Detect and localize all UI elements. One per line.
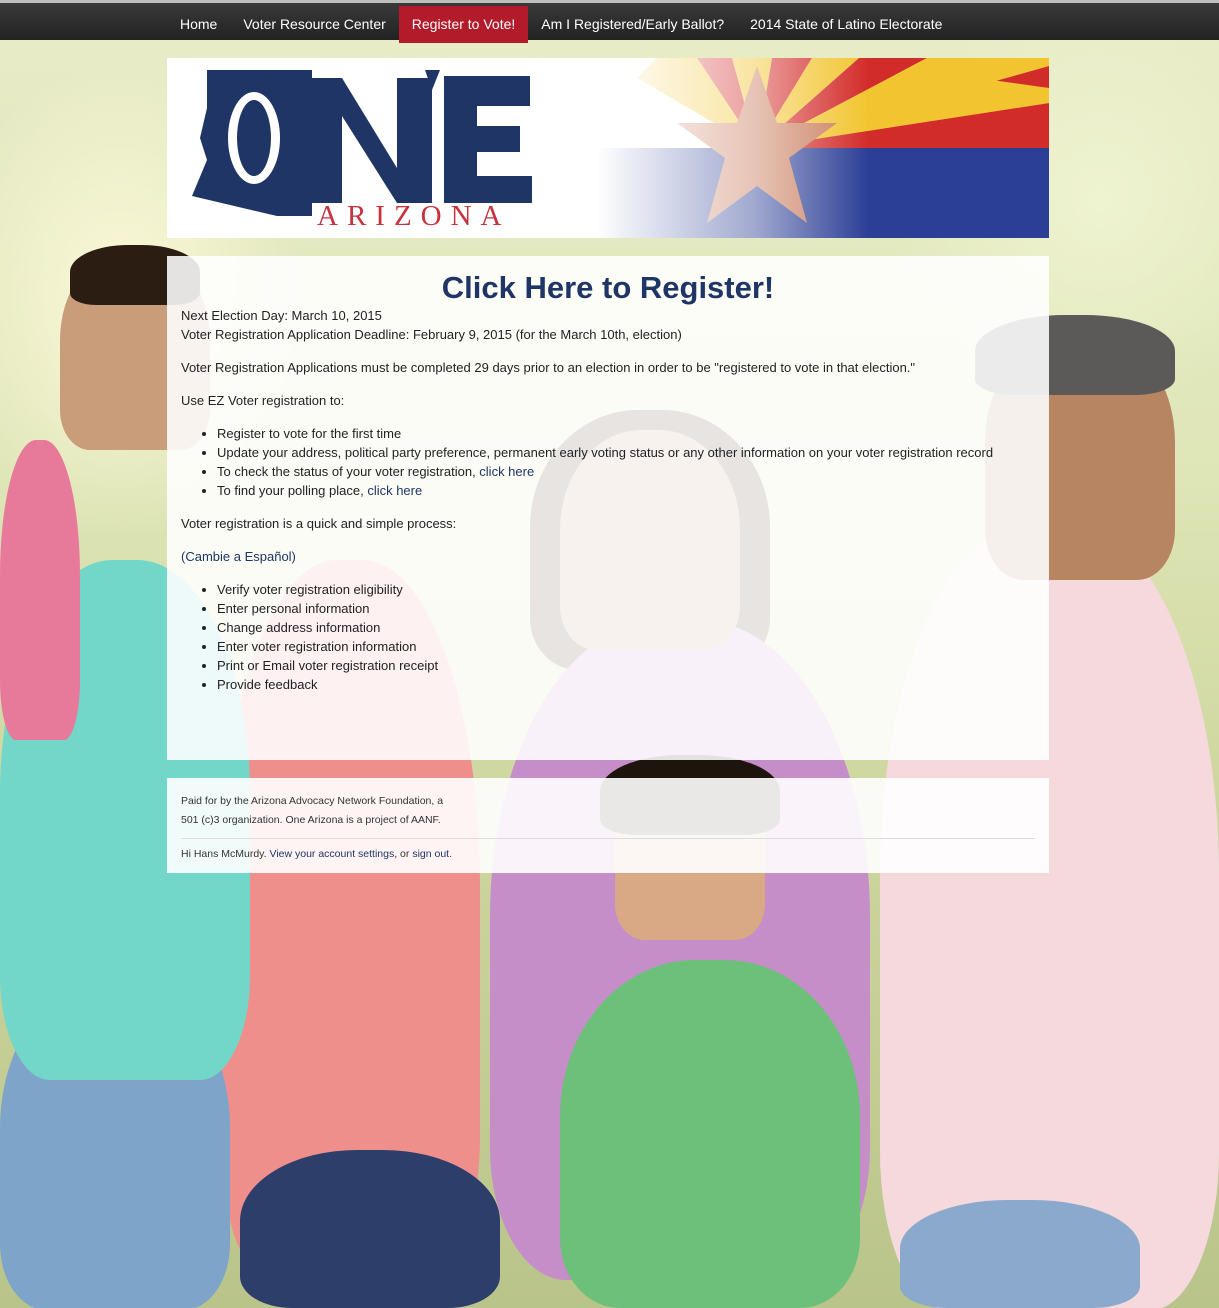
- process-list: Verify voter registration eligibility En…: [181, 580, 1035, 694]
- paid-for-line-1: Paid for by the Arizona Advocacy Network…: [181, 795, 444, 807]
- requirement-text: Voter Registration Applications must be …: [181, 360, 916, 375]
- header-banner[interactable]: ARIZONA: [167, 58, 1049, 238]
- check-status-link[interactable]: click here: [479, 464, 534, 479]
- account-settings-link[interactable]: View your account settings: [270, 848, 395, 860]
- paid-for-line-2: 501 (c)3 organization. One Arizona is a …: [181, 814, 441, 826]
- next-election-text: Next Election Day: March 10, 2015: [181, 308, 382, 323]
- list-item: Change address information: [217, 618, 1035, 637]
- account-line: Hi Hans McMurdy. View your account setti…: [181, 848, 453, 860]
- sign-out-link[interactable]: sign out: [412, 848, 449, 860]
- register-heading-link[interactable]: Click Here to Register!: [181, 270, 1035, 306]
- list-item: Enter voter registration information: [217, 637, 1035, 656]
- spanish-link[interactable]: (Cambie a Español): [181, 549, 296, 564]
- polling-place-link[interactable]: click here: [367, 483, 422, 498]
- nav-item-home[interactable]: Home: [167, 6, 230, 43]
- nav-item-am-i-registered[interactable]: Am I Registered/Early Ballot?: [528, 6, 737, 43]
- nav-item-register-to-vote[interactable]: Register to Vote!: [398, 6, 529, 43]
- deadline-text: Voter Registration Application Deadline:…: [181, 327, 682, 342]
- list-item: Register to vote for the first time: [217, 424, 1035, 443]
- ez-intro-text: Use EZ Voter registration to:: [181, 393, 345, 408]
- main-nav: Home Voter Resource Center Register to V…: [167, 6, 955, 43]
- list-item: Update your address, political party pre…: [217, 443, 1035, 462]
- ez-list: Register to vote for the first time Upda…: [181, 424, 1035, 500]
- list-item: To find your polling place, click here: [217, 481, 1035, 500]
- list-item: Enter personal information: [217, 599, 1035, 618]
- main-content-panel: Click Here to Register! Next Election Da…: [167, 256, 1049, 760]
- nav-item-latino-electorate[interactable]: 2014 State of Latino Electorate: [737, 6, 955, 43]
- list-item: To check the status of your voter regist…: [217, 462, 1035, 481]
- list-item: Verify voter registration eligibility: [217, 580, 1035, 599]
- logo-subtext: ARIZONA: [317, 200, 511, 232]
- list-item: Print or Email voter registration receip…: [217, 656, 1035, 675]
- nav-item-voter-resource-center[interactable]: Voter Resource Center: [230, 6, 398, 43]
- footer: Paid for by the Arizona Advocacy Network…: [167, 778, 1049, 873]
- top-nav-bar: Home Voter Resource Center Register to V…: [0, 0, 1219, 43]
- process-intro-text: Voter registration is a quick and simple…: [181, 516, 457, 531]
- footer-divider: [181, 838, 1035, 839]
- arizona-flag-graphic: [597, 58, 1049, 238]
- list-item: Provide feedback: [217, 675, 1035, 694]
